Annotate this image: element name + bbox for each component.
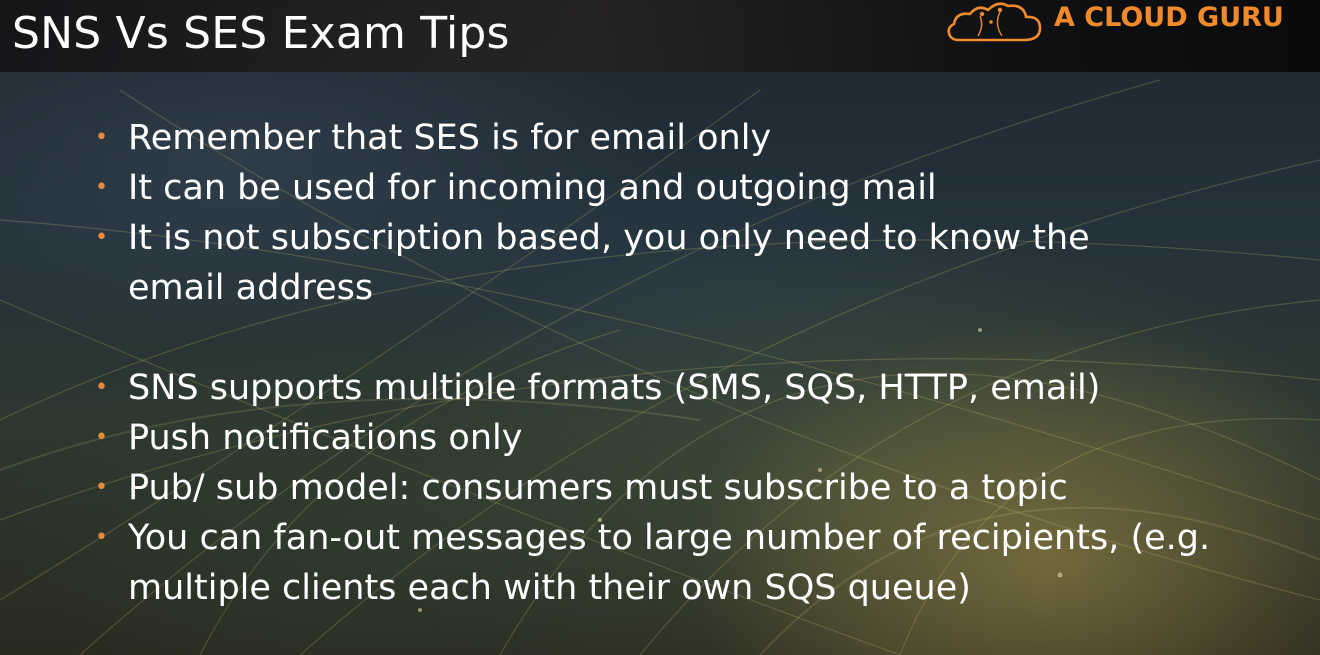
bullet-dot-icon: • xyxy=(95,375,108,400)
list-item: • It is not subscription based, you only… xyxy=(95,213,1275,313)
bullet-text: You can fan-out messages to large number… xyxy=(128,518,1211,608)
bullet-text: It is not subscription based, you only n… xyxy=(128,218,1090,308)
ses-tips-list: • Remember that SES is for email only • … xyxy=(95,113,1275,313)
list-item: • Remember that SES is for email only xyxy=(95,113,1275,163)
bullet-text: Remember that SES is for email only xyxy=(128,118,772,158)
cloud-icon xyxy=(947,2,1042,42)
bullet-dot-icon: • xyxy=(95,175,108,200)
bullet-text: SNS supports multiple formats (SMS, SQS,… xyxy=(128,368,1101,408)
slide-title: SNS Vs SES Exam Tips xyxy=(12,8,510,59)
sns-tips-list: • SNS supports multiple formats (SMS, SQ… xyxy=(95,363,1275,613)
list-item: • Push notifications only xyxy=(95,413,1275,463)
bullet-text: It can be used for incoming and outgoing… xyxy=(128,168,937,208)
slide: SNS Vs SES Exam Tips A CLOUD GURU • Reme… xyxy=(0,0,1320,655)
bullet-dot-icon: • xyxy=(95,225,108,250)
list-item: • Pub/ sub model: consumers must subscri… xyxy=(95,463,1275,513)
bullet-dot-icon: • xyxy=(95,475,108,500)
bullet-text: Pub/ sub model: consumers must subscribe… xyxy=(128,468,1068,508)
list-item: • You can fan-out messages to large numb… xyxy=(95,513,1275,613)
slide-content: • Remember that SES is for email only • … xyxy=(95,113,1275,613)
brand-name: A CLOUD GURU xyxy=(1054,2,1284,33)
bullet-text: Push notifications only xyxy=(128,418,523,458)
list-item: • SNS supports multiple formats (SMS, SQ… xyxy=(95,363,1275,413)
list-item: • It can be used for incoming and outgoi… xyxy=(95,163,1275,213)
bullet-dot-icon: • xyxy=(95,425,108,450)
brand-logo: A CLOUD GURU xyxy=(944,0,1314,46)
bullet-dot-icon: • xyxy=(95,525,108,550)
bullet-dot-icon: • xyxy=(95,125,108,150)
